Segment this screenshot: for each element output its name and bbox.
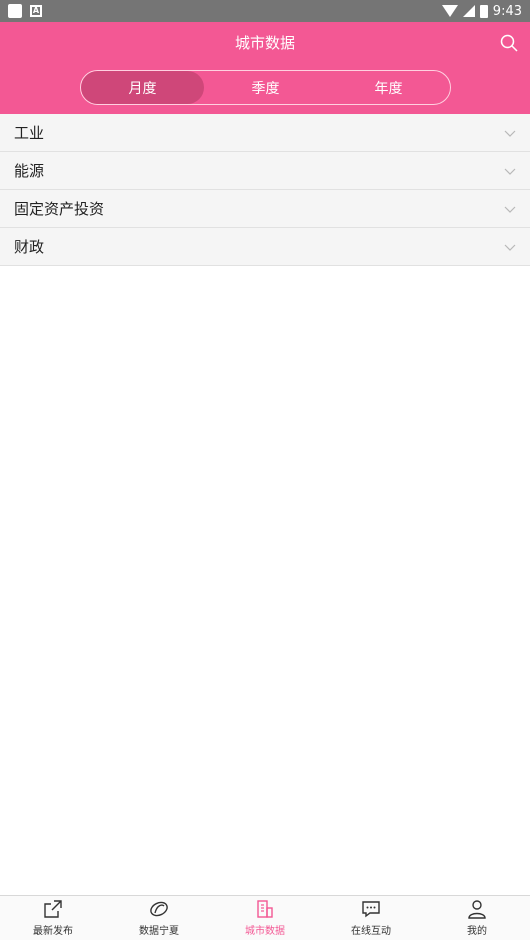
status-left: A <box>8 4 42 18</box>
tab-latest-release[interactable]: 最新发布 <box>0 896 106 940</box>
tab-mine[interactable]: 我的 <box>424 896 530 940</box>
tab-city-data[interactable]: 城市数据 <box>212 896 318 940</box>
person-icon <box>468 900 486 919</box>
list-item-label: 财政 <box>14 238 45 256</box>
tab-label: 在线互动 <box>351 926 391 937</box>
tab-label: 数据宁夏 <box>139 926 179 937</box>
period-segmented-control: 月度 季度 年度 <box>80 70 451 105</box>
wifi-icon <box>441 5 458 17</box>
tab-label: 最新发布 <box>33 926 73 937</box>
segment-quarterly[interactable]: 季度 <box>204 71 327 104</box>
list-item-industry[interactable]: 工业 <box>0 114 530 152</box>
header: 城市数据 月度 季度 年度 <box>0 22 530 114</box>
list-item-finance[interactable]: 财政 <box>0 228 530 266</box>
list-item-label: 能源 <box>14 162 45 180</box>
tab-data-ningxia[interactable]: 数据宁夏 <box>106 896 212 940</box>
status-bar: A 9:43 <box>0 0 530 22</box>
search-icon[interactable] <box>500 34 518 52</box>
chevron-down-icon <box>504 206 516 213</box>
share-icon <box>44 900 62 918</box>
segment-yearly[interactable]: 年度 <box>327 71 450 104</box>
signal-icon <box>462 5 475 17</box>
tab-label: 城市数据 <box>245 926 285 937</box>
tab-label: 我的 <box>467 926 487 937</box>
segment-monthly[interactable]: 月度 <box>81 71 204 104</box>
list-item-label: 固定资产投资 <box>14 200 105 218</box>
list-item-label: 工业 <box>14 124 45 142</box>
chat-icon <box>362 901 380 918</box>
list-item-energy[interactable]: 能源 <box>0 152 530 190</box>
chevron-down-icon <box>504 130 516 137</box>
chevron-down-icon <box>504 244 516 251</box>
category-list: 工业 能源 固定资产投资 财政 <box>0 114 530 266</box>
building-icon <box>257 900 273 918</box>
battery-icon <box>479 4 488 18</box>
status-right: 9:43 <box>441 3 522 19</box>
app-notification-icon: A <box>30 5 42 17</box>
notification-icon <box>8 4 22 18</box>
list-item-fixed-asset-investment[interactable]: 固定资产投资 <box>0 190 530 228</box>
bottom-tab-bar: 最新发布 数据宁夏 城市数据 在线互动 我的 <box>0 895 530 940</box>
logo-icon <box>150 901 168 917</box>
chevron-down-icon <box>504 168 516 175</box>
clock: 9:43 <box>492 3 522 19</box>
tab-online-interaction[interactable]: 在线互动 <box>318 896 424 940</box>
page-title: 城市数据 <box>234 34 295 52</box>
